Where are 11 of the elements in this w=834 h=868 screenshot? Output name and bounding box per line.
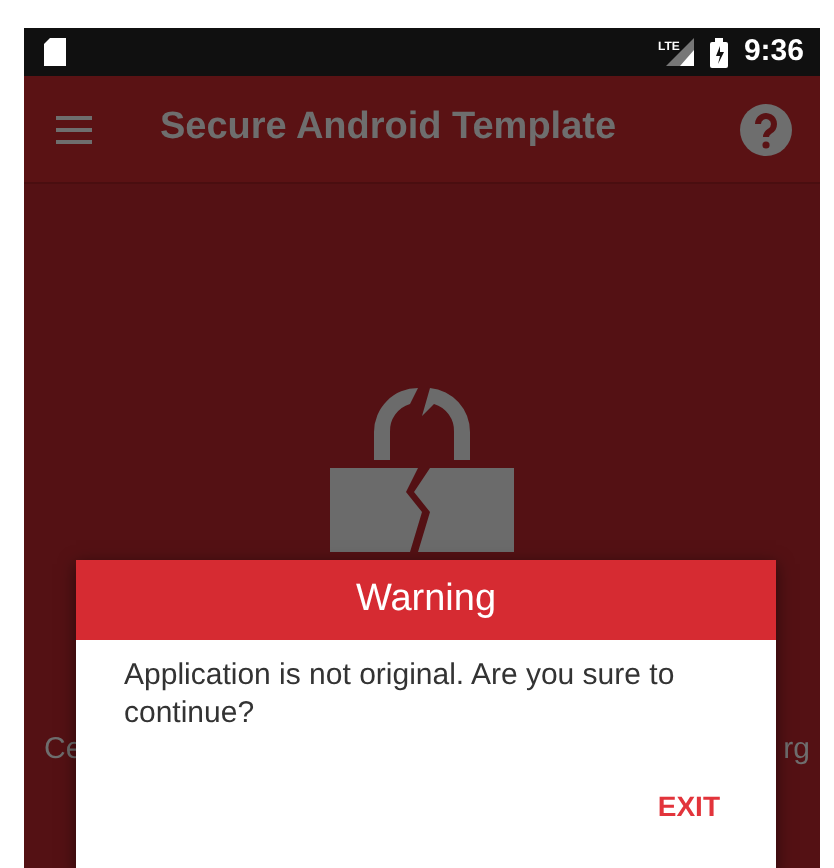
dialog-message: Application is not original. Are you sure to continue? (122, 656, 677, 733)
help-icon[interactable] (740, 103, 792, 155)
sd-card-icon (44, 38, 66, 66)
broken-lock-icon (330, 388, 514, 552)
app-title: Secure Android Template (160, 104, 617, 153)
dialog-title: Warning (76, 560, 776, 640)
battery-icon (709, 37, 728, 67)
clock-time: 9:36 (743, 31, 804, 72)
background-text: rg (783, 730, 810, 770)
menu-icon[interactable] (56, 115, 92, 143)
exit-button[interactable]: EXIT (649, 777, 728, 835)
